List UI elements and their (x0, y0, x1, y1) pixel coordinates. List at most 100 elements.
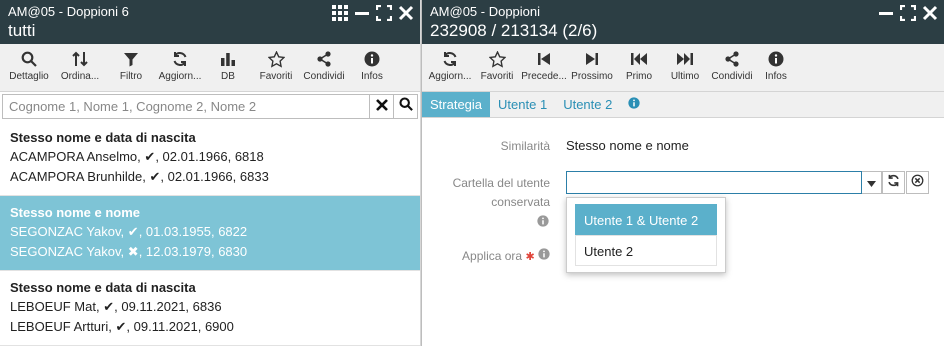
option-utente-1-and-2[interactable]: Utente 1 & Utente 2 (575, 204, 717, 235)
left-title: tutti (8, 21, 36, 40)
share-label: Condividi (303, 71, 345, 82)
list-item[interactable]: LEBOEUF Mat, ✔, 09.11.2021, 6836 (10, 297, 410, 317)
folder-label-line2: conservata (491, 195, 550, 209)
infos-button[interactable]: Infos (348, 50, 396, 91)
search-button[interactable] (393, 95, 417, 118)
filter-label: Filtro (119, 71, 143, 82)
detail-button[interactable]: Dettaglio (4, 50, 54, 91)
filter-icon (123, 50, 139, 68)
next-button[interactable]: Prossimo (568, 50, 616, 91)
group-title: Stesso nome e data di nascita (10, 130, 196, 145)
fullscreen-icon[interactable] (376, 5, 392, 21)
duplicate-group-selected[interactable]: Stesso nome e nome SEGONZAC Yakov, ✔, 01… (0, 196, 420, 271)
clear-circle-icon (911, 174, 924, 192)
folder-options-menu: Utente 1 & Utente 2 Utente 2 (566, 197, 726, 273)
person-name: LEBOEUF Artturi, (10, 319, 112, 334)
share-button[interactable]: Condividi (708, 50, 756, 91)
favorites-button[interactable]: Favoriti (474, 50, 520, 91)
check-icon: ✔ (103, 299, 115, 314)
grid-icon[interactable] (332, 5, 348, 21)
person-details: , 09.11.2021, 6900 (126, 319, 234, 334)
star-icon (267, 50, 285, 68)
tab-utente-2[interactable]: Utente 2 (555, 92, 620, 117)
right-header: AM@05 - Doppioni 232908 / 213134 (2/6) (422, 0, 944, 44)
person-name: SEGONZAC Yakov, (10, 244, 125, 259)
db-button[interactable]: DB (204, 50, 252, 91)
reload-folder-button[interactable] (882, 171, 905, 194)
refresh-button[interactable]: Aggiorn... (156, 50, 204, 91)
sort-icon (72, 50, 88, 68)
close-icon[interactable] (922, 5, 938, 21)
person-name: ACAMPORA Brunhilde, (10, 169, 146, 184)
similarity-value: Stesso nome e nome (566, 138, 689, 153)
right-title: 232908 / 213134 (2/6) (430, 21, 598, 40)
detail-label: Dettaglio (9, 71, 49, 82)
duplicate-group[interactable]: Stesso nome e data di nascita LEBOEUF Ma… (0, 271, 420, 346)
minimize-icon[interactable] (878, 5, 894, 21)
last-label: Ultimo (670, 71, 700, 82)
folder-label-line1: Cartella del utente (452, 176, 550, 190)
fast-forward-icon (676, 50, 694, 68)
duplicate-group[interactable]: Stesso nome e data di nascita ACAMPORA A… (0, 121, 420, 196)
fullscreen-icon[interactable] (900, 5, 916, 21)
previous-button[interactable]: Precede... (520, 50, 568, 91)
required-icon: ✱ (525, 251, 535, 263)
folder-select-arrow[interactable] (862, 171, 882, 194)
check-icon: ✔ (127, 224, 139, 239)
info-icon (628, 92, 640, 118)
detail-tabs: Strategia Utente 1 Utente 2 (422, 92, 944, 118)
person-name: SEGONZAC Yakov, (10, 224, 125, 239)
refresh-icon (887, 174, 900, 192)
folder-select[interactable] (566, 171, 862, 194)
fast-backward-icon (630, 50, 648, 68)
option-utente-2[interactable]: Utente 2 (575, 235, 717, 266)
sort-button[interactable]: Ordina... (54, 50, 106, 91)
person-name: LEBOEUF Mat, (10, 299, 100, 314)
clear-search-button[interactable] (369, 95, 393, 118)
share-button[interactable]: Condividi (300, 50, 348, 91)
favorites-button[interactable]: Favoriti (252, 50, 300, 91)
search-icon (21, 50, 37, 68)
cross-icon: ✖ (127, 244, 139, 259)
folder-help (422, 214, 550, 233)
info-icon[interactable] (537, 215, 549, 230)
sort-label: Ordina... (60, 71, 100, 82)
first-label: Primo (625, 71, 653, 82)
infos-label: Infos (765, 71, 787, 82)
clear-icon (375, 98, 388, 116)
db-label: DB (221, 71, 235, 82)
refresh-button[interactable]: Aggiorn... (426, 50, 474, 91)
close-icon[interactable] (398, 5, 414, 21)
tab-info[interactable] (620, 92, 648, 117)
info-icon[interactable] (538, 248, 550, 263)
search-input[interactable] (3, 95, 369, 118)
clear-folder-button[interactable] (906, 171, 929, 194)
refresh-label: Aggiorn... (158, 71, 202, 82)
refresh-icon (442, 50, 458, 68)
person-details: , 02.01.1966, 6833 (160, 169, 269, 184)
list-item[interactable]: LEBOEUF Artturi, ✔, 09.11.2021, 6900 (10, 317, 410, 337)
filter-button[interactable]: Filtro (106, 50, 156, 91)
share-icon (316, 50, 332, 68)
tab-utente-1[interactable]: Utente 1 (490, 92, 555, 117)
person-details: , 02.01.1966, 6818 (155, 149, 264, 164)
search-icon (398, 97, 413, 116)
minimize-icon[interactable] (354, 5, 370, 21)
list-item[interactable]: ACAMPORA Anselmo, ✔, 02.01.1966, 6818 (10, 147, 410, 167)
first-button[interactable]: Primo (616, 50, 662, 91)
step-forward-icon (585, 50, 599, 68)
star-icon (488, 50, 506, 68)
person-details: , 09.11.2021, 6836 (114, 299, 222, 314)
list-item[interactable]: SEGONZAC Yakov, ✔, 01.03.1955, 6822 (10, 222, 410, 242)
infos-button[interactable]: Infos (756, 50, 796, 91)
similarity-label: Similarità (500, 139, 550, 153)
apply-now-row: Applica ora ✱ (422, 248, 550, 263)
list-item[interactable]: SEGONZAC Yakov, ✖, 12.03.1979, 6830 (10, 242, 410, 262)
share-label: Condividi (711, 71, 753, 82)
caret-down-icon (867, 174, 876, 192)
last-button[interactable]: Ultimo (662, 50, 708, 91)
tab-strategia[interactable]: Strategia (422, 92, 491, 117)
list-item[interactable]: ACAMPORA Brunhilde, ✔, 02.01.1966, 6833 (10, 167, 410, 187)
check-icon: ✔ (149, 169, 161, 184)
group-title: Stesso nome e nome (10, 205, 141, 220)
